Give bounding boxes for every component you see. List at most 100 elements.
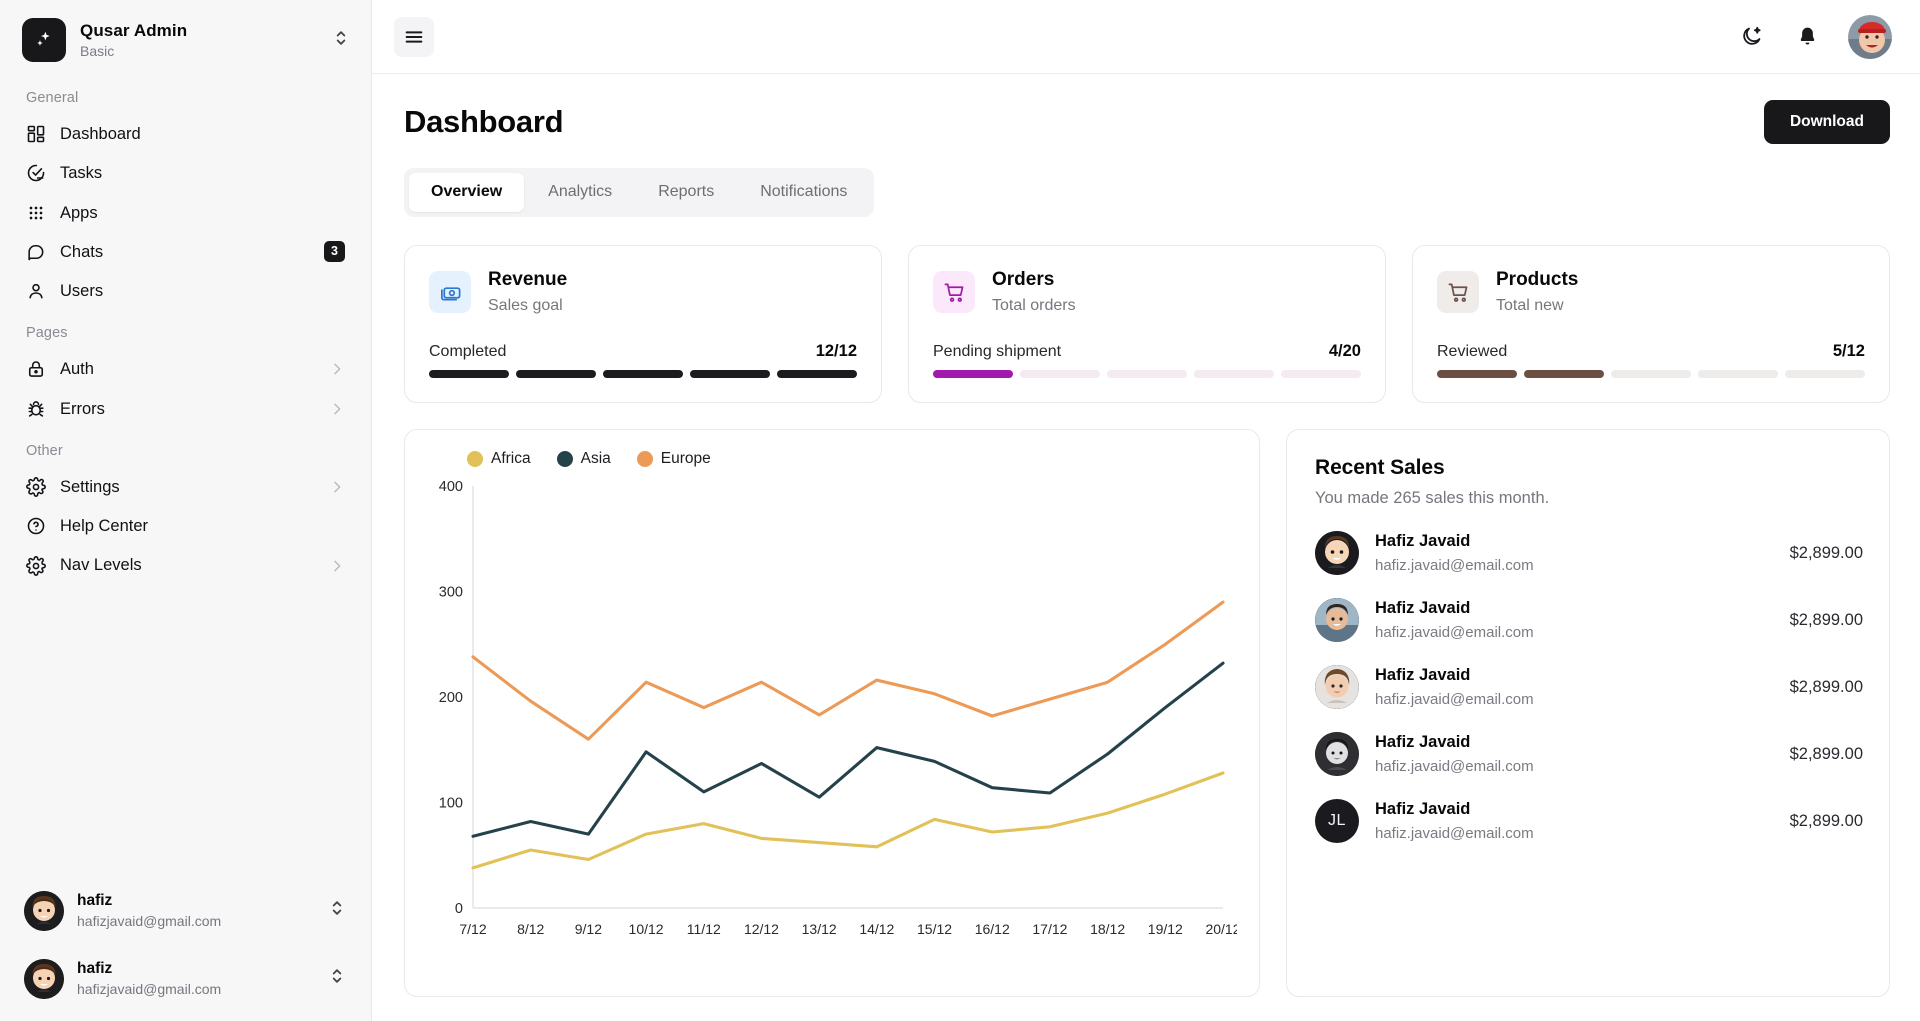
recent-sale-amount: $2,899.00 [1789,811,1863,830]
chevron-up-down-icon[interactable] [327,966,347,991]
sidebar-nav: General Dashboard Tasks Apps Chats 3 Users Page… [0,76,371,586]
stat-card-subtitle: Total new [1496,296,1564,314]
progress-segment [1698,370,1778,379]
sidebar-item-label: Tasks [60,164,103,183]
sidebar-item-chats[interactable]: Chats 3 [14,233,357,271]
stat-card-revenue: Revenue Sales goal Completed 12/12 [404,244,882,404]
progress-segments [1437,370,1865,379]
progress-segments [429,370,857,379]
chevron-right-icon[interactable] [329,479,345,495]
recent-sale-name: Hafiz Javaid [1375,800,1471,819]
progress-segment [429,370,509,379]
avatar [24,890,64,931]
gear-icon [26,477,46,497]
tab-bar: Overview Analytics Reports Notifications [404,168,875,217]
chart-line-asia [471,661,1225,839]
hamburger-icon[interactable] [394,16,434,57]
chat-bubble-icon [26,242,46,262]
sidebar-item-tasks[interactable]: Tasks [14,154,357,192]
stat-card-title: Orders [992,268,1055,290]
sidebar-item-label: Nav Levels [60,556,142,575]
tab-analytics[interactable]: Analytics [526,173,634,212]
chevron-right-icon[interactable] [329,361,345,377]
avatar[interactable] [1848,14,1892,59]
legend-item-asia[interactable]: Asia [556,450,611,468]
progress-segment [1020,370,1100,379]
sidebar-item-auth[interactable]: Auth [14,350,357,388]
page-content: Dashboard Download Overview Analytics Repo… [372,74,1920,1021]
sidebar-user-email: hafizjavaid@gmail.com [77,981,222,998]
chevron-up-down-icon[interactable] [327,898,347,923]
stat-card-titles: Products Total new [1496,268,1578,317]
avatar [1315,531,1359,576]
sidebar-item-badge: 3 [324,241,345,263]
sidebar-item-nav-levels[interactable]: Nav Levels [14,546,357,584]
sidebar-item-help-center[interactable]: Help Center [14,507,357,545]
x-axis-tick-label: 10/12 [629,921,664,937]
recent-sale-row[interactable]: JL Hafiz Javaid hafiz.javaid@email.com $2,8… [1315,799,1863,844]
legend-label: Asia [580,450,611,468]
brand-switcher[interactable]: Qusar Admin Basic [0,0,371,76]
tab-reports[interactable]: Reports [636,173,736,212]
recent-sale-name: Hafiz Javaid [1375,666,1471,685]
progress-segment [1281,370,1361,379]
recent-sales-card: Recent Sales You made 265 sales this mon… [1286,429,1890,998]
legend-color-dot [556,451,573,468]
stat-card-header: Products Total new [1437,268,1865,317]
legend-color-dot [636,451,653,468]
sidebar-user-row[interactable]: hafiz hafizjavaid@gmail.com [14,949,357,1009]
topbar [372,0,1920,74]
stat-card-subtitle: Sales goal [488,296,563,314]
chart-plot: 0 100 200 300 400 7/12 8/12 9/12 10/12 11/12 12/12… [427,474,1241,954]
progress-segment [933,370,1013,379]
brand-title: Qusar Admin [80,20,188,40]
question-circle-icon [26,516,46,536]
chevron-right-icon[interactable] [329,401,345,417]
recent-sale-row[interactable]: Hafiz Javaid hafiz.javaid@email.com $2,899… [1315,598,1863,643]
stat-meta-label: Reviewed [1437,343,1508,361]
tab-notifications[interactable]: Notifications [738,173,869,212]
sidebar-user-row[interactable]: hafiz hafizjavaid@gmail.com [14,881,357,941]
sidebar-item-errors[interactable]: Errors [14,390,357,428]
apps-dots-icon [26,203,46,223]
brand-plan: Basic [80,43,115,60]
sidebar-item-dashboard[interactable]: Dashboard [14,115,357,153]
avatar: JL [1315,799,1359,844]
x-axis-tick-label: 15/12 [917,921,952,937]
x-axis-tick-label: 17/12 [1032,921,1067,937]
y-axis-tick-label: 300 [439,585,463,601]
download-button[interactable]: Download [1763,100,1890,144]
sidebar: Qusar Admin Basic General Dashboard Tasks A… [0,0,372,1021]
tab-overview[interactable]: Overview [409,173,525,212]
x-axis-tick-label: 14/12 [859,921,894,937]
lower-grid: Africa Asia Europe 0 100 200 300 400 7/12 8/12 9/… [404,429,1890,998]
recent-sale-row[interactable]: Hafiz Javaid hafiz.javaid@email.com $2,899… [1315,732,1863,777]
chevron-right-icon[interactable] [329,558,345,574]
sidebar-item-settings[interactable]: Settings [14,468,357,506]
bell-icon[interactable] [1786,16,1828,58]
legend-item-europe[interactable]: Europe [636,450,711,468]
x-axis-tick-label: 8/12 [517,921,544,937]
recent-sales-subtitle: You made 265 sales this month. [1315,489,1550,508]
user-icon [26,281,46,301]
sidebar-item-apps[interactable]: Apps [14,194,357,232]
recent-sales-list: Hafiz Javaid hafiz.javaid@email.com $2,899… [1315,531,1863,844]
sidebar-item-label: Users [60,282,104,301]
progress-segments [933,370,1361,379]
recent-sale-name: Hafiz Javaid [1375,599,1471,618]
stat-card-subtitle: Total orders [992,296,1076,314]
legend-item-africa[interactable]: Africa [467,450,531,468]
stat-card-grid: Revenue Sales goal Completed 12/12 Orders Tot… [404,244,1890,404]
chevron-up-down-icon[interactable] [331,28,351,53]
sidebar-user-name: hafiz [77,891,113,909]
progress-segment [690,370,770,379]
y-axis-tick-label: 400 [439,479,463,495]
progress-segment [1611,370,1691,379]
recent-sale-name: Hafiz Javaid [1375,532,1471,551]
recent-sale-row[interactable]: Hafiz Javaid hafiz.javaid@email.com $2,899… [1315,665,1863,710]
sidebar-item-users[interactable]: Users [14,272,357,310]
stat-meta-value: 12/12 [815,342,857,361]
recent-sale-amount: $2,899.00 [1789,610,1863,629]
moon-star-icon[interactable] [1730,16,1772,58]
recent-sale-row[interactable]: Hafiz Javaid hafiz.javaid@email.com $2,899… [1315,531,1863,576]
